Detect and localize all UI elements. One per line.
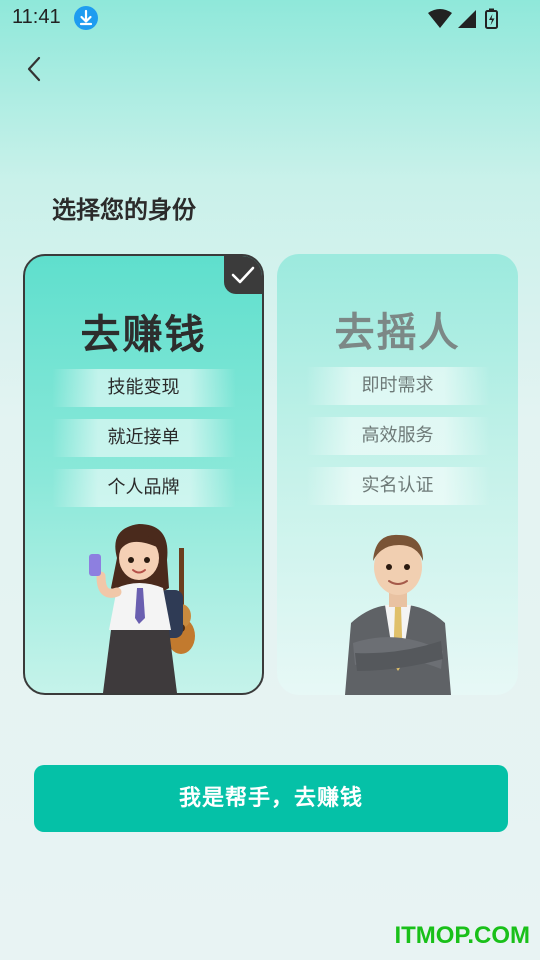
- download-arrow-icon: [74, 6, 98, 30]
- chevron-left-icon: [27, 56, 41, 82]
- checkmark-icon: [231, 266, 255, 284]
- tag-item: 就近接单: [51, 419, 236, 457]
- back-button[interactable]: [20, 54, 50, 84]
- watermark: ITMOP.COM: [394, 922, 530, 949]
- role-card-earn[interactable]: 去赚钱 技能变现 就近接单 个人品牌: [23, 254, 264, 695]
- tag-list: 即时需求 高效服务 实名认证: [277, 367, 518, 517]
- tag-item: 即时需求: [305, 367, 490, 405]
- card-title: 去摇人: [334, 310, 461, 356]
- card-title: 去赚钱: [80, 312, 207, 358]
- selected-check-badge: [224, 256, 262, 294]
- page-title: 选择您的身份: [52, 196, 196, 224]
- signal-icon: [458, 10, 476, 28]
- battery-charging-icon: [485, 8, 498, 29]
- tag-item: 个人品牌: [51, 469, 236, 507]
- businessman-illustration: [344, 534, 451, 695]
- status-bar: 11:41: [0, 0, 540, 36]
- tag-item: 高效服务: [305, 417, 490, 455]
- woman-illustration: [88, 524, 195, 693]
- tag-item: 实名认证: [305, 467, 490, 505]
- role-card-hire[interactable]: 去摇人 即时需求 高效服务 实名认证: [277, 254, 518, 695]
- status-time: 11:41: [12, 6, 61, 28]
- confirm-role-button[interactable]: 我是帮手，去赚钱: [34, 765, 508, 832]
- status-icons: [428, 8, 498, 29]
- wifi-icon: [428, 9, 452, 28]
- tag-item: 技能变现: [51, 369, 236, 407]
- tag-list: 技能变现 就近接单 个人品牌: [25, 369, 262, 519]
